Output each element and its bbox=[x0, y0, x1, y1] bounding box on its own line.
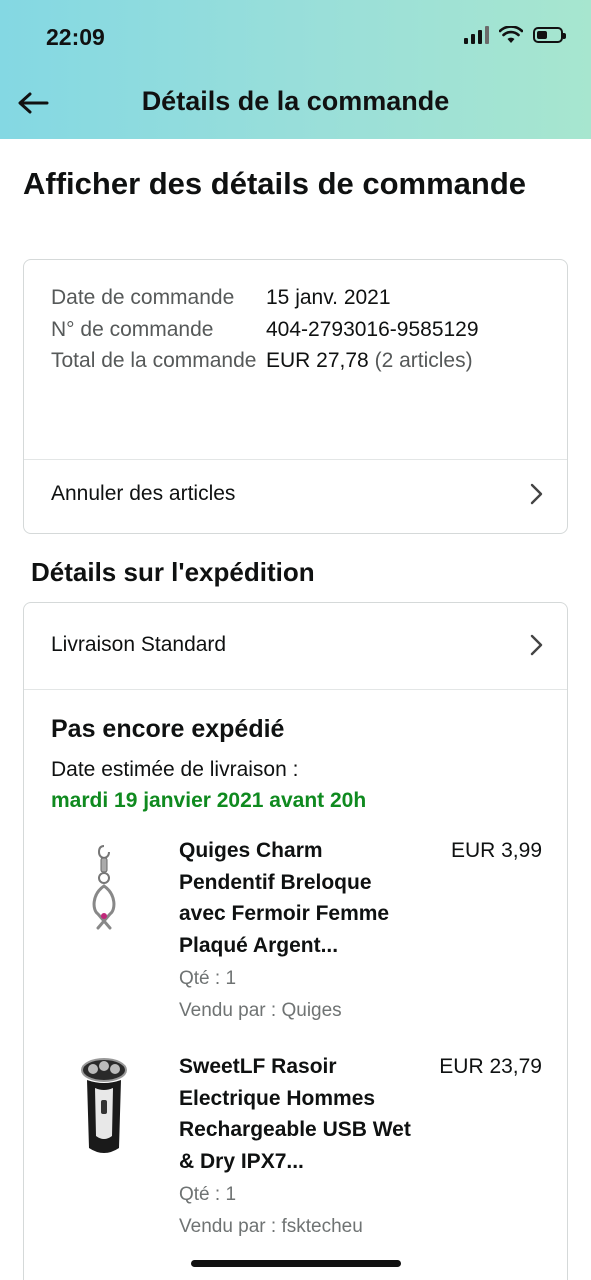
order-date-row: Date de commande 15 janv. 2021 bbox=[51, 282, 551, 314]
item-title[interactable]: Quiges Charm Pendentif Breloque avec Fer… bbox=[179, 835, 419, 961]
item-quantity: Qté : 1 bbox=[179, 1184, 237, 1205]
nav-title: Détails de la commande bbox=[141, 86, 450, 116]
order-total-row: Total de la commande EUR 27,78 (2 articl… bbox=[51, 345, 551, 377]
estimated-delivery-label: Date estimée de livraison : bbox=[51, 758, 299, 781]
order-info-grid: Date de commande 15 janv. 2021 N° de com… bbox=[51, 282, 551, 377]
order-total-count: (2 articles) bbox=[374, 349, 473, 372]
card-divider bbox=[24, 689, 567, 690]
card-divider bbox=[24, 459, 567, 460]
shipping-method-label: Livraison Standard bbox=[51, 633, 227, 656]
item-title[interactable]: SweetLF Rasoir Electrique Hommes Recharg… bbox=[179, 1051, 419, 1177]
cancel-items-label: Annuler des articles bbox=[51, 482, 236, 505]
shipping-method-link[interactable]: Livraison Standard bbox=[51, 633, 545, 657]
shipping-card: Livraison Standard Pas encore expédié Da… bbox=[23, 602, 568, 1280]
order-summary-card: Date de commande 15 janv. 2021 N° de com… bbox=[23, 259, 568, 534]
order-date-value: 15 janv. 2021 bbox=[266, 286, 391, 309]
page-title: Afficher des détails de commande bbox=[23, 166, 527, 201]
order-number-row: N° de commande 404-2793016-9585129 bbox=[51, 314, 551, 346]
pendant-charm-image[interactable] bbox=[74, 835, 134, 945]
chevron-right-icon bbox=[527, 483, 545, 505]
order-total-amount: EUR 27,78 bbox=[266, 349, 369, 372]
wifi-icon bbox=[499, 26, 523, 43]
order-number-label: N° de commande bbox=[51, 317, 214, 341]
order-total-value: EUR 27,78 (2 articles) bbox=[266, 345, 551, 377]
shipment-status: Pas encore expédié bbox=[51, 715, 285, 743]
item-price: EUR 23,79 bbox=[439, 1055, 542, 1078]
cancel-items-link[interactable]: Annuler des articles bbox=[51, 482, 545, 506]
status-icons bbox=[464, 26, 566, 44]
item-seller: Vendu par : Quiges bbox=[179, 1000, 342, 1021]
item-quantity: Qté : 1 bbox=[179, 968, 237, 989]
status-time: 22:09 bbox=[46, 24, 105, 50]
order-total-label: Total de la commande bbox=[51, 349, 257, 372]
signal-icon bbox=[464, 26, 489, 44]
order-number-value: 404-2793016-9585129 bbox=[266, 317, 479, 341]
item-seller: Vendu par : fsktecheu bbox=[179, 1216, 363, 1237]
battery-icon bbox=[533, 27, 566, 43]
electric-shaver-image[interactable] bbox=[74, 1053, 134, 1163]
item-price: EUR 3,99 bbox=[450, 839, 542, 862]
order-date-label: Date de commande bbox=[51, 286, 235, 309]
shipping-section-title: Détails sur l'expédition bbox=[31, 557, 315, 587]
home-indicator[interactable] bbox=[191, 1260, 401, 1267]
chevron-right-icon bbox=[527, 634, 545, 656]
estimated-delivery-date: mardi 19 janvier 2021 avant 20h bbox=[51, 789, 367, 812]
app-header: 22:09 Détails de la commande bbox=[0, 0, 591, 139]
